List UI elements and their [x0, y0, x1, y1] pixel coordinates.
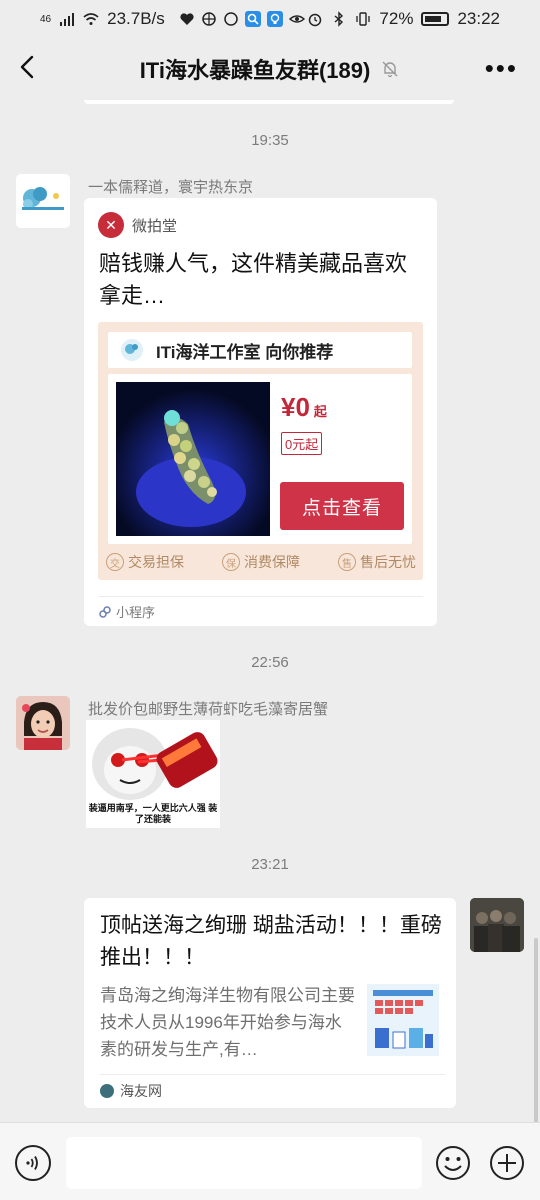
price-tag: 0元起 [281, 432, 323, 455]
chat-title-wrap: ITi海水暴躁鱼友群(189) [140, 53, 401, 85]
emoji-icon[interactable] [435, 1145, 471, 1181]
chat-title: ITi海水暴躁鱼友群(189) [139, 58, 371, 83]
heart-icon [180, 13, 194, 25]
timestamp: 19:35 [251, 132, 289, 149]
clock: 23:22 [457, 9, 500, 28]
mini-program-header: ✕ 微拍堂 [98, 212, 177, 238]
panda-battery-meme-icon [86, 720, 220, 804]
mini-program-preview: ITi海洋工作室 向你推荐 ¥0 起 0元起 点击查看 交 交易担保 保 消费保… [98, 322, 423, 580]
bluetooth-icon [334, 11, 344, 27]
link-source: 海友网 [100, 1074, 445, 1101]
my-avatar[interactable] [470, 898, 524, 952]
guarantee-item: 交交易担保 [106, 552, 184, 572]
coral-logo-icon [16, 174, 70, 228]
vibrate-icon [356, 12, 371, 26]
weipaitang-logo-icon: ✕ [98, 212, 124, 238]
mini-program-footer: 小程序 [98, 596, 423, 621]
timestamp: 23:21 [251, 856, 289, 873]
status-bar: 46 23.7B/s 72% 23:22 [0, 0, 540, 38]
search-app-icon [244, 11, 261, 27]
group-photo-icon [470, 898, 524, 952]
price: ¥0 起 [281, 392, 327, 422]
link-thumbnail [367, 984, 439, 1056]
view-button[interactable]: 点击查看 [280, 482, 404, 530]
signal-icon [60, 13, 75, 26]
mini-program-name: 微拍堂 [132, 217, 178, 235]
net-speed: 23.7B/s [107, 9, 165, 28]
chat-area[interactable]: 19:35 一本儒释道，寰宇热东京 ✕ 微拍堂 赔钱赚人气，这件精美藏品喜欢拿走… [0, 100, 540, 1122]
battery-percent: 72% [379, 9, 414, 28]
input-bar [0, 1122, 540, 1200]
link-card[interactable]: 顶帖送海之绚珊 瑚盐活动！！！重磅推出！！！ 青岛海之绚海洋生物有限公司主要技术… [84, 898, 456, 1108]
mute-bell-icon [382, 61, 398, 78]
coral-product-image [116, 382, 270, 536]
back-arrow-icon[interactable] [14, 52, 44, 82]
sender-name: 批发价包邮野生薄荷虾吃毛藻寄居蟹 [88, 701, 329, 718]
bulb-app-icon [266, 11, 283, 27]
consumer-protection-icon: 保 [222, 553, 240, 571]
battery-icon [421, 12, 450, 26]
previous-message-edge [84, 100, 454, 104]
mini-program-title: 赔钱赚人气，这件精美藏品喜欢拿走… [99, 251, 408, 308]
eye-icon [288, 15, 305, 23]
alarm-icon [309, 13, 322, 27]
wifi-icon [83, 13, 99, 25]
sticker-image[interactable]: 装逼用南孚，一人更比六人强 装了还能装 [86, 720, 220, 828]
shop-name: ITi海洋工作室 向你推荐 [156, 342, 334, 362]
voice-input-button[interactable] [15, 1145, 51, 1181]
more-options-icon[interactable]: ••• [485, 55, 518, 81]
site-logo-icon [100, 1084, 114, 1098]
globe-icon [202, 12, 216, 26]
product-box: ¥0 起 0元起 点击查看 [108, 374, 412, 544]
mini-program-icon [99, 605, 111, 618]
guarantee-item: 保消费保障 [222, 552, 300, 572]
shop-banner: ITi海洋工作室 向你推荐 [108, 332, 412, 368]
trade-guarantee-icon: 交 [106, 553, 124, 571]
link-title: 顶帖送海之绚珊 瑚盐活动！！！重磅推出！！！ [100, 914, 442, 969]
guarantee-row: 交交易担保 保消费保障 售售后无忧 [106, 552, 416, 572]
message-input[interactable] [66, 1137, 422, 1189]
mini-program-card[interactable]: ✕ 微拍堂 赔钱赚人气，这件精美藏品喜欢拿走… ITi海洋工作室 向你推荐 ¥0… [84, 198, 437, 626]
guarantee-item: 售售后无忧 [338, 552, 416, 572]
timestamp: 22:56 [251, 654, 289, 671]
circle-icon [224, 12, 238, 26]
avatar[interactable] [16, 696, 70, 750]
voice-icon [26, 1156, 38, 1170]
link-description: 青岛海之绚海洋生物有限公司主要技术人员从1996年开始参与海水素的研发与生产,有… [100, 986, 355, 1059]
avatar[interactable] [16, 174, 70, 228]
sender-name: 一本儒释道，寰宇热东京 [88, 179, 254, 196]
shop-logo-icon [121, 339, 143, 361]
plus-icon[interactable] [489, 1145, 525, 1181]
child-photo-icon [16, 696, 70, 750]
network-indicator: 46 [40, 13, 52, 25]
scrollbar[interactable] [534, 938, 538, 1122]
after-sales-icon: 售 [338, 553, 356, 571]
chat-header: ITi海水暴躁鱼友群(189) ••• [0, 38, 540, 100]
sticker-caption: 装逼用南孚，一人更比六人强 装了还能装 [88, 803, 218, 824]
